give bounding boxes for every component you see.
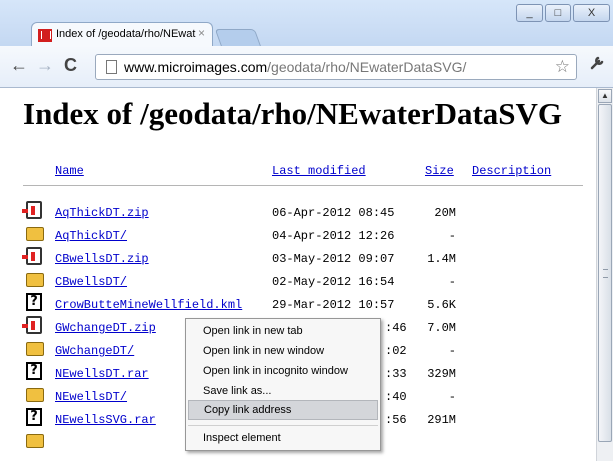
- sort-by-name-link[interactable]: Name: [55, 164, 84, 178]
- menu-item-inspect-element[interactable]: Inspect element: [188, 428, 378, 448]
- context-menu: Open link in new tab Open link in new wi…: [185, 318, 381, 451]
- unknown-file-icon: ?: [26, 408, 42, 426]
- menu-item-save-link-as[interactable]: Save link as...: [188, 381, 378, 401]
- modified-date: :56: [385, 413, 407, 427]
- folder-icon: [26, 434, 44, 448]
- table-row: AqThickDT.zip 06-Apr-2012 08:45 20M: [0, 201, 596, 223]
- table-row: ? CrowButteMineWellfield.kml 29-Mar-2012…: [0, 293, 596, 315]
- address-bar[interactable]: www.microimages.com/geodata/rho/NEwaterD…: [95, 54, 577, 80]
- back-arrow-icon[interactable]: ←: [10, 55, 28, 75]
- menu-item-copy-link-address[interactable]: Copy link address: [188, 400, 378, 420]
- modified-date: :02: [385, 344, 407, 358]
- file-size: 1.4M: [427, 252, 456, 266]
- file-link[interactable]: AqThickDT/: [55, 229, 127, 243]
- archive-icon: [22, 316, 42, 334]
- scrollbar-thumb[interactable]: [598, 104, 612, 442]
- sort-by-description-link[interactable]: Description: [472, 164, 551, 178]
- menu-item-open-new-window[interactable]: Open link in new window: [188, 341, 378, 361]
- url-text[interactable]: www.microimages.com/geodata/rho/NEwaterD…: [124, 59, 466, 75]
- file-link[interactable]: NEwellsSVG.rar: [55, 413, 156, 427]
- table-row: AqThickDT/ 04-Apr-2012 12:26 -: [0, 224, 596, 246]
- scroll-up-arrow-icon[interactable]: ▲: [598, 89, 612, 103]
- menu-item-open-incognito[interactable]: Open link in incognito window: [188, 361, 378, 381]
- tab-title: Index of /geodata/rho/NEwat: [56, 28, 196, 40]
- folder-icon: [26, 273, 44, 287]
- menu-item-open-new-tab[interactable]: Open link in new tab: [188, 321, 378, 341]
- column-header-size[interactable]: Size: [425, 164, 454, 178]
- bookmark-star-icon[interactable]: ☆: [555, 57, 570, 77]
- browser-chrome: Index of /geodata/rho/NEwat × _ □ X ← → …: [0, 0, 613, 88]
- folder-icon: [26, 342, 44, 356]
- url-domain: www.microimages.com: [124, 59, 268, 75]
- modified-date: :40: [385, 390, 407, 404]
- file-link[interactable]: CBwellsDT/: [55, 275, 127, 289]
- file-link[interactable]: NEwellsDT.rar: [55, 367, 149, 381]
- file-link[interactable]: GWchangeDT/: [55, 344, 134, 358]
- folder-icon: [26, 388, 44, 402]
- forward-arrow-icon[interactable]: →: [36, 55, 54, 75]
- modified-date: 06-Apr-2012 08:45: [272, 206, 395, 220]
- file-size: 5.6K: [427, 298, 456, 312]
- page-title: Index of /geodata/rho/NEwaterDataSVG: [23, 96, 563, 131]
- scrollbar-grip-icon: [603, 269, 608, 278]
- page-icon: [106, 60, 117, 74]
- file-link[interactable]: CrowButteMineWellfield.kml: [55, 298, 242, 312]
- browser-toolbar: ← → C www.microimages.com/geodata/rho/NE…: [0, 46, 613, 88]
- file-link[interactable]: CBwellsDT.zip: [55, 252, 149, 266]
- reload-icon[interactable]: C: [64, 55, 77, 75]
- url-path: /geodata/rho/NEwaterDataSVG/: [267, 59, 467, 75]
- modified-date: 02-May-2012 16:54: [272, 275, 395, 289]
- new-tab-button[interactable]: [214, 29, 262, 47]
- unknown-file-icon: ?: [26, 362, 42, 380]
- modified-date: :33: [385, 367, 407, 381]
- minimize-button[interactable]: _: [516, 4, 543, 22]
- file-size: -: [448, 275, 456, 289]
- favicon-icon: [38, 29, 52, 42]
- modified-date: 03-May-2012 09:07: [272, 252, 395, 266]
- file-link[interactable]: NEwellsDT/: [55, 390, 127, 404]
- modified-date: 04-Apr-2012 12:26: [272, 229, 395, 243]
- file-size: -: [448, 344, 456, 358]
- column-header-description[interactable]: Description: [472, 164, 551, 178]
- modified-date: :46: [385, 321, 407, 335]
- table-row: CBwellsDT/ 02-May-2012 16:54 -: [0, 270, 596, 292]
- file-size: -: [448, 390, 456, 404]
- unknown-file-icon: ?: [26, 293, 42, 311]
- title-bar: Index of /geodata/rho/NEwat × _ □ X: [0, 0, 613, 47]
- menu-separator: [188, 425, 378, 426]
- sort-by-modified-link[interactable]: Last modified: [272, 164, 366, 178]
- tab-close-icon[interactable]: ×: [198, 26, 205, 40]
- archive-icon: [22, 247, 42, 265]
- column-header-modified[interactable]: Last modified: [272, 164, 366, 178]
- maximize-button[interactable]: □: [545, 4, 571, 22]
- file-size: 329M: [427, 367, 456, 381]
- file-link[interactable]: AqThickDT.zip: [55, 206, 149, 220]
- browser-tab[interactable]: Index of /geodata/rho/NEwat ×: [31, 22, 213, 47]
- table-row: CBwellsDT.zip 03-May-2012 09:07 1.4M: [0, 247, 596, 269]
- file-size: 7.0M: [427, 321, 456, 335]
- close-window-button[interactable]: X: [573, 4, 610, 22]
- file-size: -: [448, 229, 456, 243]
- sort-by-size-link[interactable]: Size: [425, 164, 454, 178]
- file-link[interactable]: GWchangeDT.zip: [55, 321, 156, 335]
- folder-icon: [26, 227, 44, 241]
- file-size: 291M: [427, 413, 456, 427]
- column-header-name[interactable]: Name: [55, 164, 84, 178]
- file-size: 20M: [434, 206, 456, 220]
- modified-date: 29-Mar-2012 10:57: [272, 298, 395, 312]
- archive-icon: [22, 201, 42, 219]
- header-divider: [23, 185, 583, 186]
- wrench-menu-icon[interactable]: [589, 55, 605, 76]
- vertical-scrollbar[interactable]: ▲: [596, 88, 613, 461]
